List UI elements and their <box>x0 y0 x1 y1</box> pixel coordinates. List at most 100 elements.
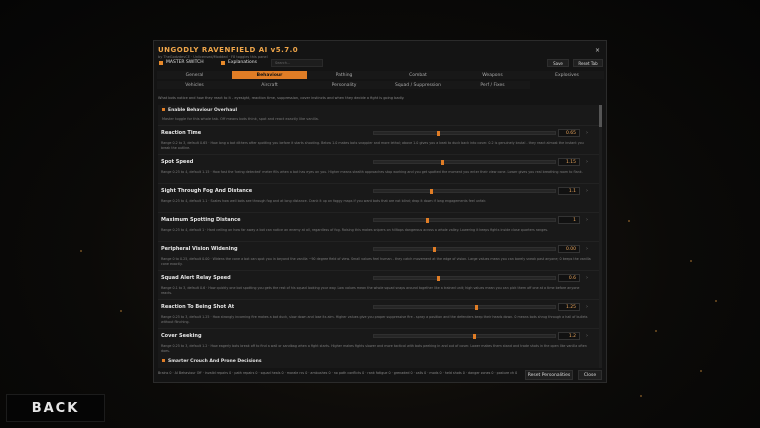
tab-explosives[interactable]: Explosives <box>530 71 604 79</box>
master-switch-label: MASTER SWITCH <box>166 60 204 65</box>
setting-slider[interactable] <box>373 160 556 165</box>
tab-behaviour[interactable]: Behaviour <box>232 71 307 79</box>
slider-thumb[interactable] <box>437 276 440 281</box>
scrollbar-thumb[interactable] <box>599 105 602 127</box>
tab-description: What bots notice and how they react to i… <box>158 96 405 100</box>
tab-general[interactable]: General <box>157 71 232 79</box>
setting-description: Range 0 to 0.25, default 0.00 · Widens t… <box>161 257 591 266</box>
reset-arrow-icon[interactable]: › <box>586 304 588 310</box>
setting-row: Reaction To Being Shot At 1.25 › Range 0.25… <box>158 299 600 327</box>
setting-label: Peripheral Vision Widening <box>161 246 238 252</box>
footer: Brains 0 · AI Behaviour Off · invalid re… <box>158 370 604 382</box>
ember-particle <box>80 250 82 252</box>
setting-value-field[interactable]: 0.65 <box>558 129 580 137</box>
reset-arrow-icon[interactable]: › <box>586 130 588 136</box>
setting-value-field[interactable]: 1 <box>558 216 580 224</box>
reset-arrow-icon[interactable]: › <box>586 217 588 223</box>
tab-bar: General Behaviour Pathing Combat Weapons Expl… <box>157 71 605 91</box>
slider-thumb[interactable] <box>473 334 476 339</box>
setting-label: Squad Alert Relay Speed <box>161 275 231 281</box>
top-toolbar: MASTER SWITCH Explanations Search... Sav… <box>157 59 605 68</box>
reset-tab-button[interactable]: Reset Tab <box>573 59 603 67</box>
game-background: BACK UNGODLY RAVENFIELD AI v5.7.0 by The… <box>0 0 760 428</box>
close-icon[interactable]: × <box>595 47 600 54</box>
section-header-crouch[interactable]: Smarter Crouch And Prone Decisions <box>162 359 262 364</box>
setting-row: Reaction Time 0.65 › Range 0.2 to 3, defaul… <box>158 125 600 153</box>
setting-label: Sight Through Fog And Distance <box>161 188 253 194</box>
tab-squad-suppression[interactable]: Squad / Suppression <box>381 81 455 89</box>
setting-slider[interactable] <box>373 247 556 252</box>
tab-personality[interactable]: Personality <box>307 81 381 89</box>
setting-row: Maximum Spotting Distance 1 › Range 0.25 to… <box>158 212 600 240</box>
setting-row: Cover Seeking 1.2 › Range 0.25 to 3, defaul… <box>158 328 600 356</box>
slider-thumb[interactable] <box>429 189 433 194</box>
slider-thumb[interactable] <box>426 218 430 223</box>
slider-thumb[interactable] <box>437 131 440 136</box>
tab-vehicles[interactable]: Vehicles <box>157 81 232 89</box>
tab-perf-fixes[interactable]: Perf / Fixes <box>455 81 530 89</box>
tab-pathing[interactable]: Pathing <box>307 71 381 79</box>
scrollbar[interactable] <box>599 105 602 368</box>
slider-thumb[interactable] <box>433 247 437 252</box>
setting-description: Range 0.25 to 4, default 1.15 · How fast… <box>161 170 583 174</box>
search-input[interactable]: Search... <box>271 59 323 67</box>
stats-summary: Brains 0 · AI Behaviour Off · invalid re… <box>158 371 518 375</box>
reset-arrow-icon[interactable]: › <box>586 333 588 339</box>
setting-value-field[interactable]: 1.2 <box>558 332 580 340</box>
settings-panel: UNGODLY RAVENFIELD AI v5.7.0 by TheGodzd… <box>153 40 607 383</box>
setting-row: Peripheral Vision Widening 0.00 › Range 0 t… <box>158 241 600 269</box>
setting-value-field[interactable]: 0.6 <box>558 274 580 282</box>
reset-arrow-icon[interactable]: › <box>586 159 588 165</box>
save-button[interactable]: Save <box>547 59 569 67</box>
tab-combat[interactable]: Combat <box>381 71 455 79</box>
ember-particle <box>120 310 122 312</box>
reset-arrow-icon[interactable]: › <box>586 275 588 281</box>
setting-slider[interactable] <box>373 305 556 310</box>
setting-description: Range 0.25 to 4, default 1 · Hard ceilin… <box>161 228 549 232</box>
setting-label: Spot Speed <box>161 159 194 165</box>
setting-slider[interactable] <box>373 189 556 194</box>
setting-slider[interactable] <box>373 276 556 281</box>
settings-list: Enable Behaviour Overhaul Master toggle … <box>158 105 600 368</box>
setting-slider[interactable] <box>373 218 556 223</box>
setting-value-field[interactable]: 1.25 <box>558 303 580 311</box>
explanations-label: Explanations <box>228 60 257 65</box>
tab-weapons[interactable]: Weapons <box>455 71 530 79</box>
ember-particle <box>700 370 702 372</box>
setting-value-field[interactable]: 1.15 <box>558 158 580 166</box>
setting-description: Range 0.25 to 3, default 1.2 · How eager… <box>161 344 587 353</box>
slider-thumb[interactable] <box>440 160 444 165</box>
setting-label: Cover Seeking <box>161 333 202 339</box>
setting-row: Sight Through Fog And Distance 1.1 › Range … <box>158 183 600 211</box>
ember-particle <box>715 300 717 302</box>
reset-personalities-button[interactable]: Reset Personalities <box>525 370 573 380</box>
reset-arrow-icon[interactable]: › <box>586 246 588 252</box>
setting-label: Reaction Time <box>161 130 202 136</box>
setting-value-field[interactable]: 0.00 <box>558 245 580 253</box>
reset-arrow-icon[interactable]: › <box>586 188 588 194</box>
ember-particle <box>690 260 692 262</box>
setting-row: Spot Speed 1.15 › Range 0.25 to 4, default … <box>158 154 600 182</box>
setting-slider[interactable] <box>373 131 556 136</box>
setting-description: Range 0.25 to 3, default 1.25 · How stro… <box>161 315 588 324</box>
setting-row: Squad Alert Relay Speed 0.6 › Range 0.1 to … <box>158 270 600 298</box>
section-subtitle: Master toggle for this whole tab. Off me… <box>162 117 319 121</box>
section-header-overhaul[interactable]: Enable Behaviour Overhaul <box>162 108 237 113</box>
ember-particle <box>640 395 642 397</box>
setting-slider[interactable] <box>373 334 556 339</box>
explanations-checkbox[interactable] <box>221 61 225 65</box>
setting-label: Maximum Spotting Distance <box>161 217 241 223</box>
close-button[interactable]: Close <box>578 370 602 380</box>
back-button[interactable]: BACK <box>6 394 105 422</box>
setting-description: Range 0.25 to 4, default 1.1 · Scales ho… <box>161 199 487 203</box>
toggle-dot-icon <box>162 108 165 111</box>
slider-thumb[interactable] <box>474 305 478 310</box>
master-switch-checkbox[interactable] <box>159 61 163 65</box>
ember-particle <box>628 220 630 222</box>
setting-label: Reaction To Being Shot At <box>161 304 235 310</box>
setting-value-field[interactable]: 1.1 <box>558 187 580 195</box>
setting-description: Range 0.1 to 3, default 0.6 · How quickl… <box>161 286 580 295</box>
section-title: Smarter Crouch And Prone Decisions <box>168 359 262 364</box>
app-title: UNGODLY RAVENFIELD AI v5.7.0 <box>158 46 299 54</box>
tab-aircraft[interactable]: Aircraft <box>232 81 307 89</box>
